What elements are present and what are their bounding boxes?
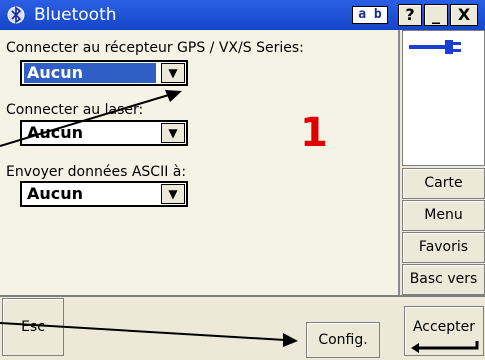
annotation-arrows <box>0 90 298 347</box>
